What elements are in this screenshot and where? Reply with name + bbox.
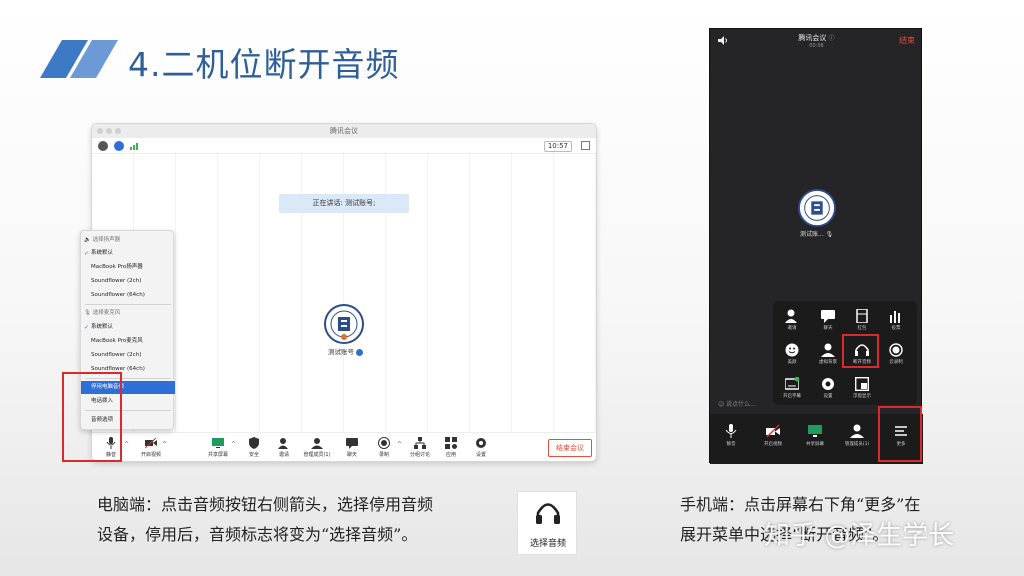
meeting-info-bar: 10:57 [92,138,596,154]
add-user-icon [785,309,797,323]
maximize-dot-icon[interactable] [115,128,121,134]
security-button[interactable]: 安全 [237,437,271,458]
breakout-button[interactable]: 分组讨论 [403,437,437,458]
chat-button[interactable]: 聊天 [335,437,369,458]
invite-button[interactable]: 邀请 [775,309,809,331]
gear-icon [822,378,834,390]
smile-icon [785,343,799,357]
end-meeting-button[interactable]: 结束会议 [548,439,592,457]
settings-button[interactable]: 设置 [811,377,845,399]
watermark: 知乎 @泽生学长 [764,521,955,551]
chat-icon [821,310,835,323]
apps-button[interactable]: 应用 [434,437,468,458]
share-screen-icon [808,425,822,437]
mic-option[interactable]: Soundflower (2ch) [81,349,175,362]
virtual-background-button[interactable]: 虚拟背景 [811,343,845,365]
beauty-button[interactable]: 美颜 [775,343,809,365]
manage-members-button[interactable]: 管理成员(1) [300,437,334,458]
shield-icon[interactable] [114,141,124,151]
chat-icon [346,438,358,449]
red-packet-icon [856,309,868,323]
mobile-participant-name: 测试账... 🎙 [800,231,834,238]
members-icon [850,424,864,438]
university-seal-avatar [324,304,364,344]
menu-divider [85,304,171,305]
record-icon [378,437,390,449]
slash-logo-icon [40,40,118,78]
apps-grid-icon [445,437,457,449]
cloud-record-button[interactable]: 云录制 [879,343,913,365]
speaker-section-header: 🔈 选择扬声器 [84,237,121,243]
record-options-caret[interactable]: ^ [397,441,402,448]
meeting-clock: 10:57 [543,141,572,152]
microphone-icon [725,424,737,438]
university-seal-avatar [798,189,836,227]
bar-chart-icon [890,311,900,323]
meeting-duration: 00:06 [809,43,824,49]
subtitles-icon [785,377,799,390]
mobile-share-button[interactable]: 共享屏幕 [796,424,834,447]
floating-window-icon [855,377,869,391]
share-screen-icon [212,438,224,448]
share-screen-button[interactable]: 共享屏幕 [201,437,235,458]
signal-icon [130,143,138,150]
window-title: 腾讯会议 [330,127,358,135]
speaker-option[interactable]: 系统默认 [81,247,175,260]
gear-icon [476,438,486,448]
floating-window-button[interactable]: 浮窗显示 [845,377,879,399]
highlight-box [878,406,922,462]
select-audio-label: 选择音频 [529,539,566,549]
mobile-end-button[interactable]: 结束 [899,35,915,46]
fullscreen-icon[interactable] [581,141,590,150]
desktop-instructions: 电脑端：点击音频按钮右侧箭头，选择停用音频 设备，停用后，音频标志将变为“选择音… [97,490,433,550]
mic-section-header: 🎙 选择麦克风 [84,310,121,316]
mobile-mute-button[interactable]: 静音 [712,424,750,447]
vote-button[interactable]: 投票 [879,309,913,331]
share-options-caret[interactable]: ^ [231,441,236,448]
members-icon [311,438,323,449]
chat-button[interactable]: 聊天 [811,309,845,331]
settings-button[interactable]: 设置 [464,437,498,458]
subtitles-button[interactable]: 开启字幕 [775,377,809,399]
speaker-option[interactable]: Soundflower (64ch) [81,289,175,302]
invite-button[interactable]: 邀请 [267,437,301,458]
speaking-indicator: 正在讲话: 测试账号; [279,194,409,213]
minimize-dot-icon[interactable] [106,128,112,134]
close-dot-icon[interactable] [97,128,103,134]
headphones-icon [536,503,560,524]
record-icon [889,343,903,357]
mobile-chat-input[interactable]: ☺ 说点什么... [718,399,756,408]
meeting-toolbar: 静音 ^ 开启视频 ^ 共享屏幕 ^ 安全 邀请 管理成员(1) 聊天 录制 ^… [92,432,596,461]
video-off-icon [145,437,157,449]
highlight-box [842,334,879,368]
speaker-option[interactable]: MacBook Pro扬声器 [81,261,175,274]
mobile-meeting-screen: 腾讯会议 ⓘ 00:06 结束 测试账... 🎙 邀请 聊天 红包 投票 美颜 … [709,28,923,464]
audio-options-caret[interactable]: ^ [124,441,129,448]
person-icon [821,343,835,357]
highlight-box [62,372,122,462]
add-user-icon [278,438,288,449]
caption-line: 设备，停用后，音频标志将变为“选择音频”。 [97,525,418,544]
mic-option[interactable]: MacBook Pro麦克风 [81,335,175,348]
speaker-option[interactable]: Soundflower (2ch) [81,275,175,288]
info-icon[interactable]: ⓘ [829,35,835,42]
mic-badge-icon [356,348,364,356]
mic-option[interactable]: 系统默认 [81,321,175,334]
participant-name: 测试账号 [328,346,364,356]
mobile-members-button[interactable]: 管理成员(1) [838,424,876,447]
video-options-caret[interactable]: ^ [162,441,167,448]
microphone-icon: 🎙 [825,231,834,238]
mobile-video-button[interactable]: 开启视频 [754,424,792,447]
video-off-icon [766,424,780,438]
slide-title: 4.二机位断开音频 [128,45,400,84]
info-icon[interactable] [98,141,108,151]
red-packet-button[interactable]: 红包 [845,309,879,331]
caption-line: 电脑端：点击音频按钮右侧箭头，选择停用音频 [97,495,434,514]
record-button[interactable]: 录制 [367,437,401,458]
breakout-rooms-icon [414,437,426,449]
window-titlebar: 腾讯会议 [92,124,596,138]
select-audio-icon-card: 选择音频 [517,491,577,555]
mobile-title: 腾讯会议 ⓘ [798,34,835,42]
shield-icon [249,437,259,449]
